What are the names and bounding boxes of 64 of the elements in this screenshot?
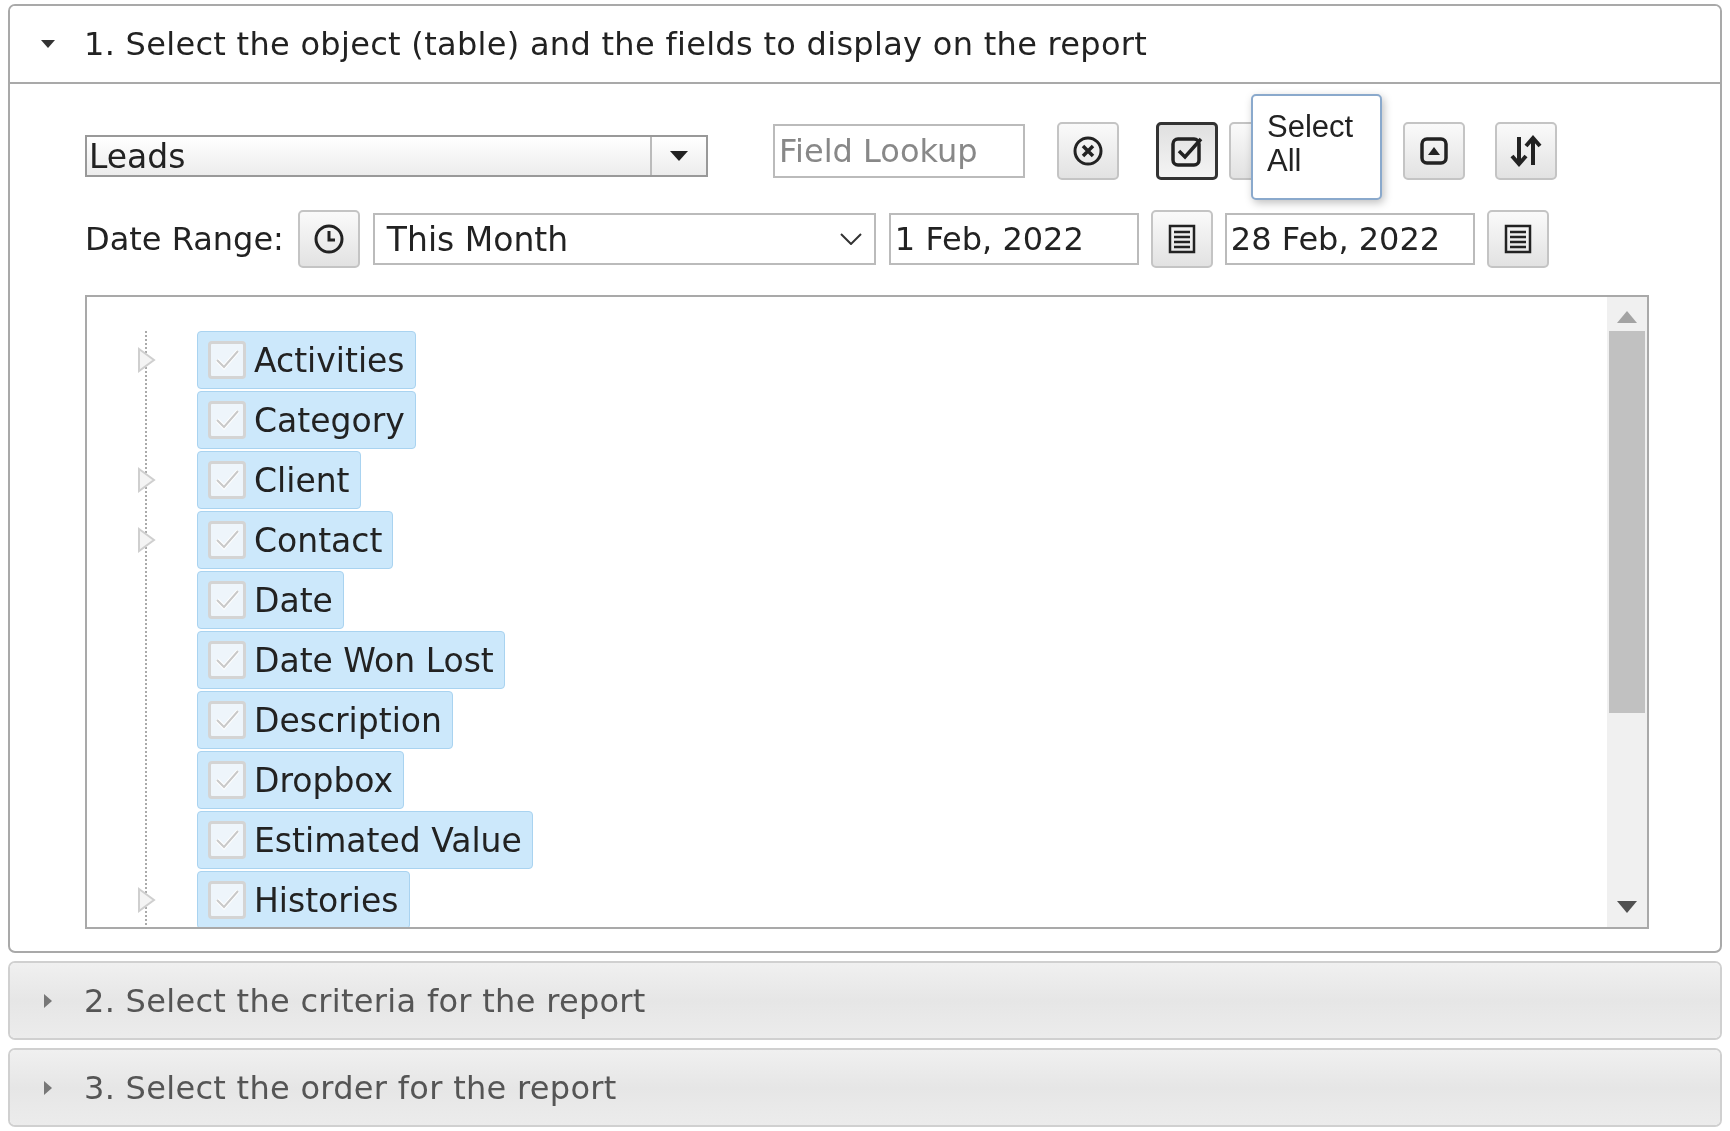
expand-arrow-icon[interactable] — [137, 527, 157, 553]
sort-arrows-icon — [1509, 133, 1543, 169]
checkbox-icon — [1170, 134, 1204, 168]
section-header[interactable]: 3. Select the order for the report — [10, 1049, 1720, 1125]
calendar-icon — [1167, 224, 1196, 254]
field-lookup-input[interactable]: Field Lookup — [773, 124, 1025, 178]
select-all-button[interactable] — [1156, 122, 1218, 180]
checkbox[interactable] — [208, 461, 246, 499]
clock-icon — [312, 223, 345, 255]
checkbox[interactable] — [208, 701, 246, 739]
checkmark-icon — [214, 349, 240, 371]
expand-arrow-icon[interactable] — [137, 467, 157, 493]
checkmark-icon — [214, 409, 240, 431]
chevron-down-icon — [839, 233, 862, 245]
checkmark-icon — [214, 529, 240, 551]
expand-arrow-icon[interactable] — [137, 887, 157, 913]
tree-item[interactable]: Estimated Value — [197, 811, 533, 869]
scrollbar-thumb[interactable] — [1609, 331, 1645, 713]
checkbox[interactable] — [208, 641, 246, 679]
tree-item[interactable]: Dropbox — [197, 751, 405, 809]
checkmark-icon — [214, 889, 240, 911]
dropdown-caret-icon — [670, 151, 688, 161]
section-header[interactable]: 2. Select the criteria for the report — [10, 962, 1720, 1038]
tree-item[interactable]: Category — [197, 391, 416, 449]
date-preset-select[interactable]: This Month — [372, 213, 876, 265]
checkbox[interactable] — [208, 881, 246, 919]
checkbox[interactable] — [208, 341, 246, 379]
scrollbar[interactable] — [1607, 297, 1647, 927]
checkbox[interactable] — [208, 761, 246, 799]
tree-item[interactable]: Date Won Lost — [197, 631, 505, 689]
collapse-button[interactable] — [1403, 122, 1465, 180]
checkmark-icon — [214, 589, 240, 611]
expand-arrow-icon[interactable] — [137, 347, 157, 373]
checkmark-icon — [214, 829, 240, 851]
tree-item[interactable]: Client — [197, 451, 361, 509]
tree-item[interactable]: Histories — [197, 871, 410, 927]
date-preset-button[interactable] — [297, 210, 360, 268]
sort-button[interactable] — [1495, 122, 1557, 180]
start-date-input[interactable]: 1 Feb, 2022 — [888, 213, 1139, 265]
clear-icon — [1072, 135, 1104, 167]
end-calendar-button[interactable] — [1486, 210, 1549, 268]
checkbox[interactable] — [208, 581, 246, 619]
calendar-icon — [1503, 224, 1532, 254]
end-date-input[interactable]: 28 Feb, 2022 — [1224, 213, 1475, 265]
up-triangle-square-icon — [1419, 136, 1449, 166]
checkbox[interactable] — [208, 521, 246, 559]
checkmark-icon — [214, 649, 240, 671]
checkmark-icon — [214, 469, 240, 491]
tree-item[interactable]: Date — [197, 571, 344, 629]
tree-item[interactable]: Contact — [197, 511, 394, 569]
tree-item[interactable]: Description — [197, 691, 453, 749]
scroll-up-icon[interactable] — [1617, 311, 1637, 323]
checkbox[interactable] — [208, 821, 246, 859]
scroll-down-icon[interactable] — [1617, 901, 1637, 913]
date-range-label: Date Range: — [85, 220, 284, 258]
start-calendar-button[interactable] — [1150, 210, 1213, 268]
object-dropdown[interactable]: Leads — [85, 135, 708, 177]
tooltip: Select All — [1251, 94, 1382, 200]
checkmark-icon — [214, 709, 240, 731]
tree-item[interactable]: Activities — [197, 331, 416, 389]
checkmark-icon — [214, 769, 240, 791]
clear-button[interactable] — [1057, 122, 1119, 180]
section-header[interactable]: 1. Select the object (table) and the fields to display on the report — [10, 6, 1720, 84]
checkbox[interactable] — [208, 401, 246, 439]
